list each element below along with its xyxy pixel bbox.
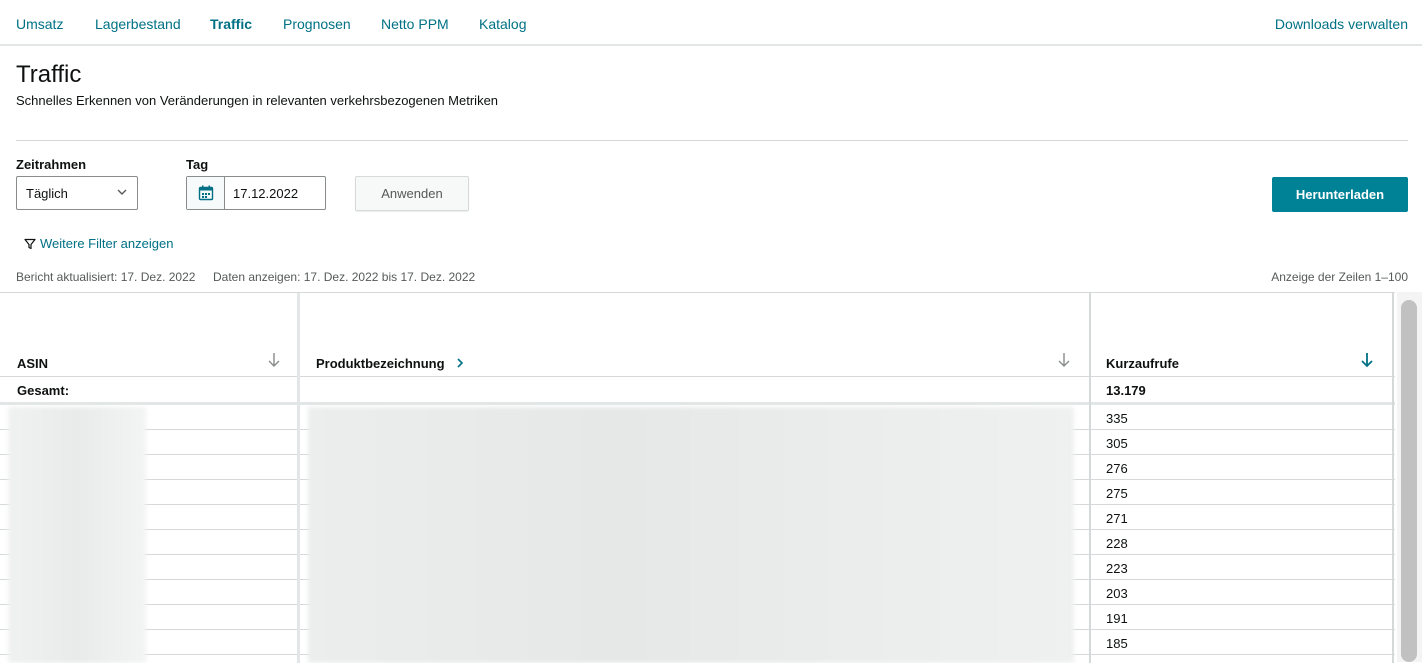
kurzaufrufe-cell: 276 [1106,461,1128,476]
sort-arrow-icon[interactable] [267,352,281,368]
kurzaufrufe-cell: 271 [1106,511,1128,526]
tab-traffic[interactable]: Traffic [210,16,252,32]
kurzaufrufe-cell: 223 [1106,561,1128,576]
total-row: Gesamt: 13.179 [0,377,1395,402]
tab-katalog[interactable]: Katalog [479,16,526,32]
filter-icon [24,238,36,250]
column-header-label: Kurzaufrufe [1106,356,1179,371]
more-filters-link[interactable]: Weitere Filter anzeigen [24,236,173,251]
column-separator [297,293,300,663]
chevron-right-icon[interactable] [455,357,465,369]
calendar-icon [198,185,214,201]
timeframe-select[interactable]: Täglich [16,176,138,210]
download-button[interactable]: Herunterladen [1272,177,1408,212]
data-range: Daten anzeigen: 17. Dez. 2022 bis 17. De… [213,270,476,284]
more-filters-label: Weitere Filter anzeigen [40,236,174,251]
apply-button[interactable]: Anwenden [355,176,469,211]
column-header-asin[interactable]: ASIN [0,293,297,376]
tab-lagerbestand[interactable]: Lagerbestand [95,16,181,32]
kurzaufrufe-cell: 305 [1106,436,1128,451]
column-header-kurzaufrufe[interactable]: Kurzaufrufe [1092,293,1392,376]
kurzaufrufe-cell: 275 [1106,486,1128,501]
column-separator [1392,293,1394,663]
day-label: Tag [186,157,209,172]
column-header-label: Produktbezeichnung [316,356,445,371]
column-header-product-name[interactable]: Produktbezeichnung [300,293,1089,376]
kurzaufrufe-cell: 203 [1106,586,1128,601]
scrollbar-thumb[interactable] [1401,300,1417,662]
timeframe-value: Täglich [26,186,68,201]
total-value: 13.179 [1106,383,1146,398]
kurzaufrufe-cell: 191 [1106,611,1128,626]
sort-arrow-icon[interactable] [1057,352,1071,368]
tab-umsatz[interactable]: Umsatz [16,16,63,32]
page-title: Traffic [16,61,82,88]
kurzaufrufe-cell: 335 [1106,411,1128,426]
total-label: Gesamt: [17,383,70,398]
date-input[interactable]: 17.12.2022 [186,176,326,210]
redacted-product-names [308,407,1074,663]
report-updated: Bericht aktualisiert: 17. Dez. 2022 [16,270,196,284]
kurzaufrufe-cell: 185 [1106,636,1128,651]
tab-prognosen[interactable]: Prognosen [283,16,351,32]
rows-display: Anzeige der Zeilen 1–100 [1271,270,1408,284]
kurzaufrufe-cell: 228 [1106,536,1128,551]
column-header-label: ASIN [17,356,49,371]
timeframe-label: Zeitrahmen [16,157,87,172]
page-subtitle: Schnelles Erkennen von Veränderungen in … [16,93,499,108]
redacted-asin-column [8,407,146,663]
tab-netto-ppm[interactable]: Netto PPM [381,16,449,32]
column-separator [1089,293,1091,663]
chevron-down-icon [117,189,127,195]
date-value: 17.12.2022 [233,186,299,201]
top-navigation: Umsatz Lagerbestand Traffic Prognosen Ne… [0,0,1422,46]
traffic-table: ASIN Produktbezeichnung Kurzaufrufe Gesa… [0,292,1395,663]
sort-arrow-active-icon[interactable] [1360,352,1374,368]
divider [16,140,1408,141]
manage-downloads-link[interactable]: Downloads verwalten [1275,16,1408,32]
calendar-button[interactable] [187,177,225,209]
